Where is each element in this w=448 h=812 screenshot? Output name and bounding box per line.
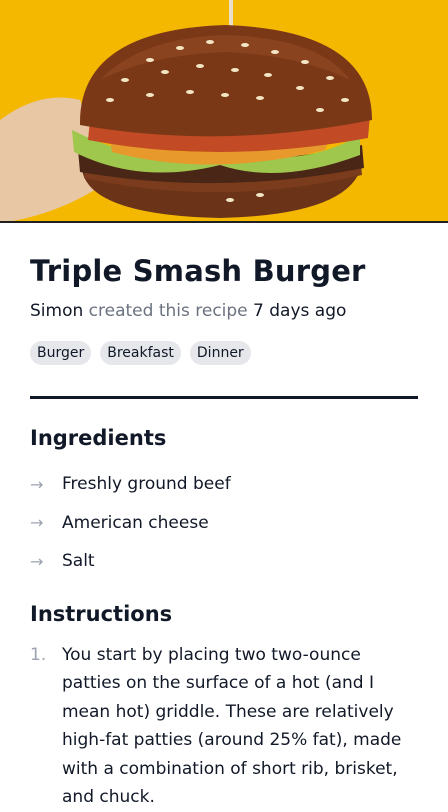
ingredient-label: Freshly ground beef xyxy=(62,474,231,495)
tag-dinner[interactable]: Dinner xyxy=(189,341,251,365)
instructions-list: 1. You start by placing two two-ounce pa… xyxy=(30,641,418,812)
recipe-tags: Burger Breakfast Dinner xyxy=(30,341,418,365)
arrow-right-icon: → xyxy=(30,551,44,571)
author-name[interactable]: Simon xyxy=(30,301,83,321)
instructions-heading: Instructions xyxy=(30,601,173,626)
created-time: 7 days ago xyxy=(253,301,347,321)
arrow-right-icon: → xyxy=(30,513,44,533)
instruction-step: 1. You start by placing two two-ounce pa… xyxy=(30,641,418,812)
burger-photo xyxy=(0,0,448,223)
recipe-title: Triple Smash Burger xyxy=(30,254,366,288)
recipe-hero-image xyxy=(0,0,448,223)
recipe-byline: Simon created this recipe 7 days ago xyxy=(30,299,418,323)
ingredient-label: American cheese xyxy=(62,512,209,533)
ingredient-item: → Salt xyxy=(30,542,418,581)
ingredients-list: → Freshly ground beef → American cheese … xyxy=(30,465,418,581)
step-number: 1. xyxy=(30,644,47,665)
ingredients-heading: Ingredients xyxy=(30,426,167,450)
section-divider xyxy=(30,396,418,399)
step-text: You start by placing two two-ounce patti… xyxy=(62,644,402,808)
tag-breakfast[interactable]: Breakfast xyxy=(100,341,181,365)
created-text: created this recipe xyxy=(88,301,248,321)
ingredient-item: → American cheese xyxy=(30,504,418,543)
ingredient-item: → Freshly ground beef xyxy=(30,465,418,504)
tag-burger[interactable]: Burger xyxy=(30,341,92,365)
ingredient-label: Salt xyxy=(62,551,95,572)
arrow-right-icon: → xyxy=(30,474,44,494)
